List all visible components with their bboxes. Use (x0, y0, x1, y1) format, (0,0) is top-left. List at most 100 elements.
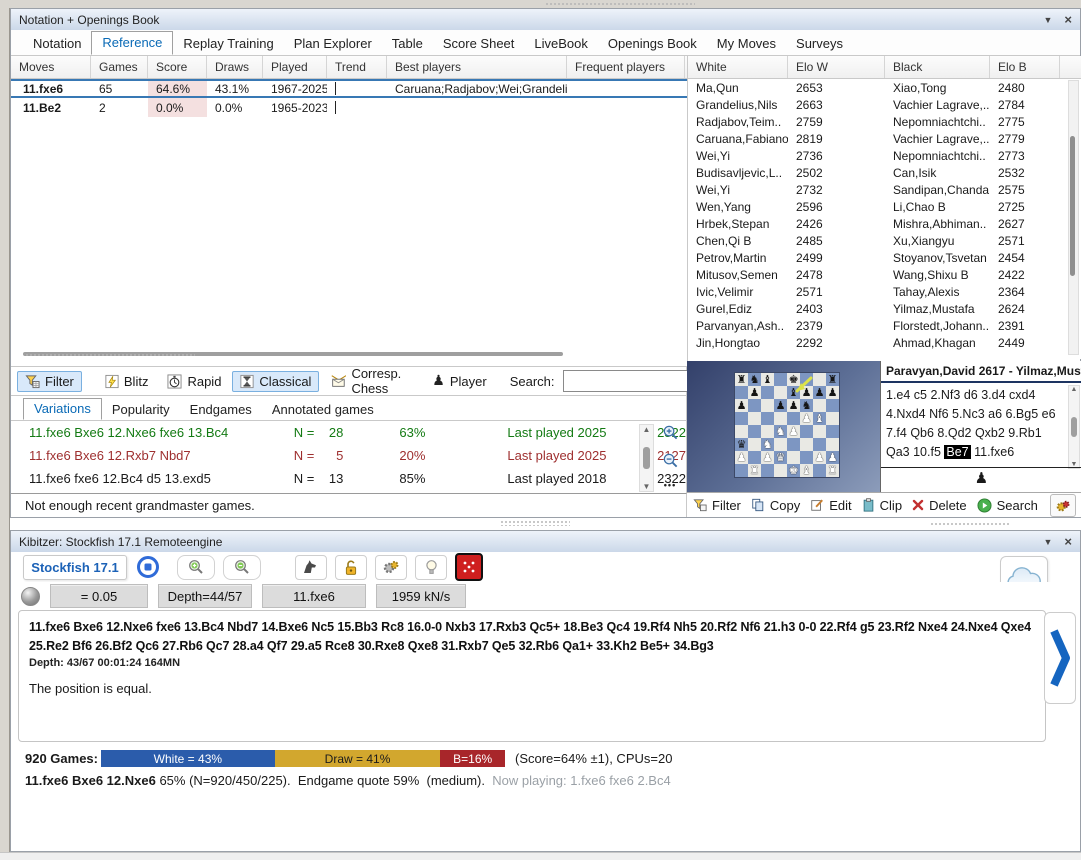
column-header[interactable]: Best players (387, 56, 567, 78)
variation-row[interactable]: 11.fxe6 Bxe6 12.Nxe6 fxe6 13.Bc4N =2863%… (11, 421, 686, 444)
column-header[interactable]: Score (148, 56, 207, 78)
splitter-handle[interactable] (930, 522, 1010, 527)
classical-button[interactable]: Classical (232, 371, 319, 392)
search-button[interactable]: Search (977, 498, 1038, 513)
player-row[interactable]: Ma,Qun2653Xiao,Tong2480 (688, 79, 1081, 96)
filter-button[interactable]: Filter (693, 498, 741, 513)
tab-openings-book[interactable]: Openings Book (598, 33, 707, 55)
player-row[interactable]: Mitusov,Semen2478Wang,Shixu B2422 (688, 266, 1081, 283)
column-header[interactable]: Black (885, 56, 990, 78)
zoom-out-button[interactable] (223, 555, 261, 580)
expand-chevron-button[interactable] (1044, 612, 1076, 704)
board-preview[interactable]: ♜♞♝♚♜♟♝♟♟♟♟♟♟♞♟♝♞♟♛♞♟♟♛♟♟♜♚♝♜ (687, 361, 880, 492)
player-row[interactable]: Radjabov,Teim..2759Nepomniachtchi..2775 (688, 113, 1081, 130)
tab-plan-explorer[interactable]: Plan Explorer (284, 33, 382, 55)
column-header[interactable]: Moves (11, 56, 91, 78)
clip-button[interactable]: Clip (862, 498, 902, 513)
panel-menu-icon[interactable]: ▼ (1043, 537, 1052, 547)
filter-button[interactable]: Filter (17, 371, 82, 392)
current-move-box[interactable]: 11.fxe6 (262, 584, 366, 608)
settings-gear-button[interactable] (1050, 494, 1076, 517)
player-button[interactable]: ♟ Player (424, 371, 494, 392)
subtab-endgames[interactable]: Endgames (180, 400, 262, 420)
player-row[interactable]: Budisavljevic,L..2502Can,Isik2532 (688, 164, 1081, 181)
edit-button[interactable]: Edit (810, 498, 851, 513)
scroll-up-icon[interactable]: ▲ (1071, 386, 1078, 393)
close-icon[interactable]: × (1064, 534, 1072, 549)
player-row[interactable]: Wei,Yi2732Sandipan,Chanda2575 (688, 181, 1081, 198)
table-row[interactable]: 11.Be220.0%0.0%1965-2023 (11, 98, 687, 117)
column-header[interactable]: Draws (207, 56, 263, 78)
tab-notation[interactable]: Notation (23, 33, 91, 55)
game-header[interactable]: Paravyan,David 2617 - Yilmaz,Musta (881, 361, 1081, 383)
subtab-annotated-games[interactable]: Annotated games (262, 400, 384, 420)
player-row[interactable]: Grandelius,Nils2663Vachier Lagrave,..278… (688, 96, 1081, 113)
tab-score-sheet[interactable]: Score Sheet (433, 33, 525, 55)
panel-splitter[interactable] (500, 520, 570, 526)
player-row[interactable]: Parvanyan,Ash..2379Florstedt,Johann..239… (688, 317, 1081, 334)
engine-settings-button[interactable] (375, 555, 407, 580)
more-options-icon[interactable]: ••• (664, 480, 676, 490)
splitter-handle[interactable] (25, 353, 195, 358)
vertical-scrollbar[interactable] (1068, 80, 1079, 355)
column-header[interactable]: Elo B (990, 56, 1060, 78)
panel-menu-icon[interactable]: ▼ (1043, 15, 1052, 25)
engine-name-button[interactable]: Stockfish 17.1 (23, 555, 127, 580)
player-row[interactable]: Gurel,Ediz2403Yilmaz,Mustafa2624 (688, 300, 1081, 317)
column-header[interactable]: Frequent players (567, 56, 685, 78)
chess-board[interactable]: ♜♞♝♚♜♟♝♟♟♟♟♟♟♞♟♝♞♟♛♞♟♟♛♟♟♜♚♝♜ (735, 373, 839, 477)
scrollbar-thumb[interactable] (643, 447, 650, 469)
eval-box[interactable]: = 0.05 (50, 584, 148, 608)
player-row[interactable]: Petrov,Martin2499Stoyanov,Tsvetan2454 (688, 249, 1081, 266)
player-row[interactable]: Wen,Yang2596Li,Chao B2725 (688, 198, 1081, 215)
scrollbar-thumb[interactable] (1071, 417, 1077, 437)
zoom-out-icon[interactable] (662, 452, 679, 469)
close-icon[interactable]: × (1064, 12, 1072, 27)
notation-scrollbar[interactable]: ▲ ▼ (1068, 385, 1080, 469)
zoom-in-button[interactable] (177, 555, 215, 580)
player-row[interactable]: Wei,Yi2736Nepomniachtchi..2773 (688, 147, 1081, 164)
analysis-output[interactable]: 11.fxe6 Bxe6 12.Nxe6 fxe6 13.Bc4 Nbd7 14… (18, 610, 1046, 742)
rapid-button[interactable]: Rapid (159, 371, 229, 392)
zoom-in-icon[interactable] (662, 424, 679, 441)
watchdog-button[interactable] (295, 555, 327, 580)
scrollbar-thumb[interactable] (1070, 136, 1075, 276)
hint-bulb-button[interactable] (415, 555, 447, 580)
tab-livebook[interactable]: LiveBook (524, 33, 597, 55)
tab-table[interactable]: Table (382, 33, 433, 55)
engine-state-sphere-icon[interactable] (21, 587, 40, 606)
splitter-handle[interactable] (545, 2, 695, 7)
player-row[interactable]: Caruana,Fabiano2819Vachier Lagrave,..277… (688, 130, 1081, 147)
engine-main-line[interactable]: 11.fxe6 Bxe6 12.Nxe6 fxe6 13.Bc4 Nbd7 14… (29, 618, 1035, 656)
tab-surveys[interactable]: Surveys (786, 33, 853, 55)
player-row[interactable]: Jin,Hongtao2292Ahmad,Khagan2449 (688, 334, 1081, 351)
scroll-up-icon[interactable]: ▲ (643, 425, 651, 434)
tab-reference[interactable]: Reference (91, 31, 173, 55)
tab-replay-training[interactable]: Replay Training (173, 33, 283, 55)
corresp-chess-button[interactable]: Corresp. Chess (322, 363, 409, 399)
scroll-down-icon[interactable]: ▼ (643, 482, 651, 491)
tab-my-moves[interactable]: My Moves (707, 33, 786, 55)
player-row[interactable]: Ivic,Velimir2571Tahay,Alexis2364 (688, 283, 1081, 300)
dice-button[interactable] (455, 553, 483, 581)
column-header[interactable]: Played (263, 56, 327, 78)
variation-row[interactable]: 11.fxe6 fxe6 12.Bc4 d5 13.exd5N =1385%La… (11, 467, 686, 490)
subtab-popularity[interactable]: Popularity (102, 400, 180, 420)
player-row[interactable]: Hrbek,Stepan2426Mishra,Abhiman..2627 (688, 215, 1081, 232)
lock-button[interactable] (335, 555, 367, 580)
stop-engine-button[interactable] (135, 556, 161, 579)
column-header[interactable]: White (688, 56, 788, 78)
variations-scrollbar[interactable]: ▲ ▼ (639, 424, 654, 492)
table-row[interactable]: 11.fxe66564.6%43.1%1967-2025Caruana;Radj… (11, 79, 687, 98)
variation-row[interactable]: 11.fxe6 Bxe6 12.Rxb7 Nbd7N =520%Last pla… (11, 444, 686, 467)
column-header[interactable]: Elo W (788, 56, 885, 78)
speed-box[interactable]: 1959 kN/s (376, 584, 466, 608)
game-notation[interactable]: 1.e4 c5 2.Nf3 d6 3.d4 cxd4 4.Nxd4 Nf6 5.… (881, 383, 1081, 469)
blitz-button[interactable]: Blitz (97, 371, 157, 392)
current-move[interactable]: Be7 (944, 445, 970, 459)
delete-button[interactable]: Delete (912, 498, 967, 513)
subtab-variations[interactable]: Variations (23, 398, 102, 420)
depth-box[interactable]: Depth=44/57 (158, 584, 252, 608)
column-header[interactable]: Trend (327, 56, 387, 78)
player-row[interactable]: Chen,Qi B2485Xu,Xiangyu2571 (688, 232, 1081, 249)
